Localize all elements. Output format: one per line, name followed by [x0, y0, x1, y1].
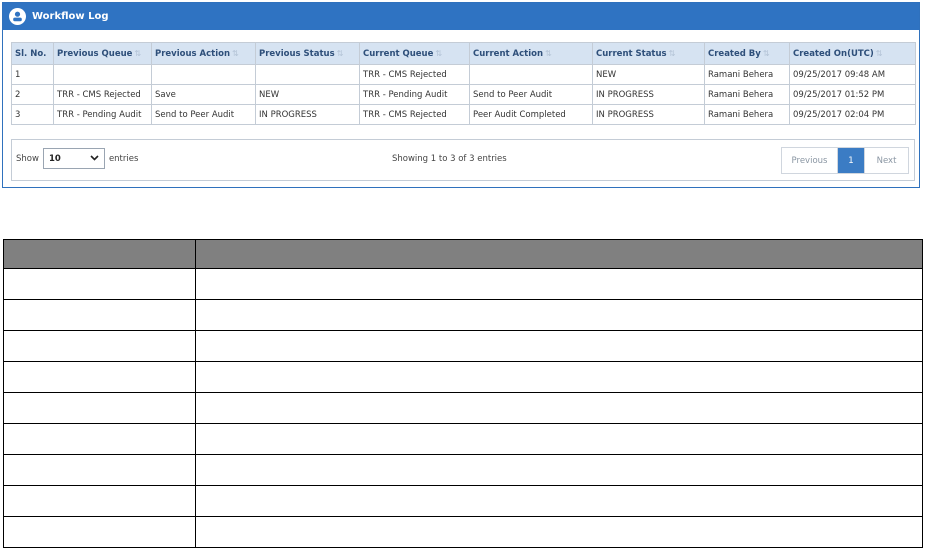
table-info-text: Showing 1 to 3 of 3 entries	[392, 154, 507, 164]
grid-cell	[3, 392, 196, 424]
table-row: 1 TRR - CMS Rejected NEW Ramani Behera 0…	[11, 64, 916, 85]
grid-cell	[3, 268, 196, 300]
table-cell: 3	[11, 104, 54, 125]
table-cell: IN PROGRESS	[592, 104, 705, 125]
grid-cell	[3, 454, 196, 486]
page-length-control: Show 10 entries	[16, 148, 138, 169]
grid-row	[3, 299, 923, 331]
sort-icon: ⇅	[435, 48, 443, 58]
grid-cell	[195, 516, 923, 548]
column-header-current-action[interactable]: Current Action ⇅	[469, 42, 593, 65]
grid-cell	[195, 392, 923, 424]
grid-row	[3, 516, 923, 548]
table-cell: Send to Peer Audit	[469, 84, 593, 105]
table-cell: Ramani Behera	[704, 104, 790, 125]
workflow-log-icon	[9, 8, 26, 25]
table-cell: IN PROGRESS	[592, 84, 705, 105]
table-cell: NEW	[592, 64, 705, 85]
page-1-button[interactable]: 1	[838, 148, 864, 173]
table-cell: 09/25/2017 02:04 PM	[789, 104, 916, 125]
sort-icon: ⇅	[134, 48, 142, 58]
table-cell: NEW	[255, 84, 360, 105]
grid-cell	[195, 299, 923, 331]
table-cell	[53, 64, 152, 85]
grid-row	[3, 330, 923, 362]
grid-cell	[3, 361, 196, 393]
table-cell: Peer Audit Completed	[469, 104, 593, 125]
table-cell: 1	[11, 64, 54, 85]
grid-cell	[195, 423, 923, 455]
grid-cell	[195, 361, 923, 393]
grid-row	[3, 361, 923, 393]
table-cell: TRR - CMS Rejected	[53, 84, 152, 105]
table-cell: TRR - Pending Audit	[359, 84, 470, 105]
grid-cell	[195, 330, 923, 362]
grid-cell	[3, 330, 196, 362]
workflow-log-table: Sl. No. Previous Queue ⇅ Previous Action ⇅…	[11, 42, 916, 125]
table-cell: Save	[151, 84, 256, 105]
grid-row	[3, 485, 923, 517]
grid-cell	[195, 268, 923, 300]
table-cell: Ramani Behera	[704, 84, 790, 105]
column-header-created-on[interactable]: Created On(UTC) ⇅	[789, 42, 916, 65]
column-header-sl-no[interactable]: Sl. No.	[11, 42, 54, 65]
grid-cell	[195, 485, 923, 517]
sort-icon: ⇅	[545, 48, 552, 58]
column-header-previous-queue[interactable]: Previous Queue ⇅	[53, 42, 152, 65]
grid-row	[3, 268, 923, 300]
grid-header-row	[3, 239, 923, 269]
table-row: 2 TRR - CMS Rejected Save NEW TRR - Pend…	[11, 84, 916, 105]
table-row: 3 TRR - Pending Audit Send to Peer Audit…	[11, 104, 916, 125]
sort-icon: ⇅	[336, 48, 344, 58]
table-header-row: Sl. No. Previous Queue ⇅ Previous Action ⇅…	[11, 42, 916, 65]
column-header-current-status[interactable]: Current Status ⇅	[592, 42, 705, 65]
sort-icon: ⇅	[875, 48, 883, 58]
workflow-log-panel: Workflow Log Sl. No. Previous Queue ⇅ Pre…	[2, 2, 920, 188]
grid-cell	[3, 299, 196, 331]
next-page-button[interactable]: Next	[864, 148, 908, 173]
grid-cell	[3, 485, 196, 517]
table-cell: 2	[11, 84, 54, 105]
previous-page-button[interactable]: Previous	[782, 148, 838, 173]
table-cell: Ramani Behera	[704, 64, 790, 85]
table-footer: Show 10 entries Showing 1 to 3 of 3 entr…	[11, 139, 915, 181]
table-cell: TRR - CMS Rejected	[359, 104, 470, 125]
table-cell: IN PROGRESS	[255, 104, 360, 125]
grid-cell	[195, 454, 923, 486]
sort-icon: ⇅	[232, 48, 239, 58]
table-cell	[151, 64, 256, 85]
entries-select[interactable]: 10	[42, 148, 105, 169]
show-label: Show	[16, 153, 39, 164]
grid-cell	[3, 516, 196, 548]
table-cell	[255, 64, 360, 85]
table-cell	[469, 64, 593, 85]
table-cell: 09/25/2017 01:52 PM	[789, 84, 916, 105]
chevron-down-icon	[90, 154, 99, 164]
column-header-created-by[interactable]: Created By ⇅	[704, 42, 790, 65]
pagination: Previous 1 Next	[781, 147, 909, 174]
grid-row	[3, 392, 923, 424]
sort-icon: ⇅	[762, 48, 770, 58]
entries-label: entries	[108, 153, 139, 164]
panel-header: Workflow Log	[3, 3, 919, 30]
sort-icon: ⇅	[668, 48, 676, 58]
table-cell: Send to Peer Audit	[151, 104, 256, 125]
table-cell: TRR - Pending Audit	[53, 104, 152, 125]
table-cell: 09/25/2017 09:48 AM	[789, 64, 916, 85]
table-cell: TRR - CMS Rejected	[359, 64, 470, 85]
column-header-previous-action[interactable]: Previous Action ⇅	[151, 42, 256, 65]
empty-grid-table	[3, 239, 923, 548]
entries-select-value: 10	[48, 153, 61, 164]
grid-row	[3, 454, 923, 486]
grid-header-cell	[195, 239, 923, 269]
column-header-current-queue[interactable]: Current Queue ⇅	[359, 42, 470, 65]
column-header-previous-status[interactable]: Previous Status ⇅	[255, 42, 360, 65]
grid-header-cell	[3, 239, 196, 269]
panel-title: Workflow Log	[32, 11, 109, 22]
grid-cell	[3, 423, 196, 455]
grid-row	[3, 423, 923, 455]
